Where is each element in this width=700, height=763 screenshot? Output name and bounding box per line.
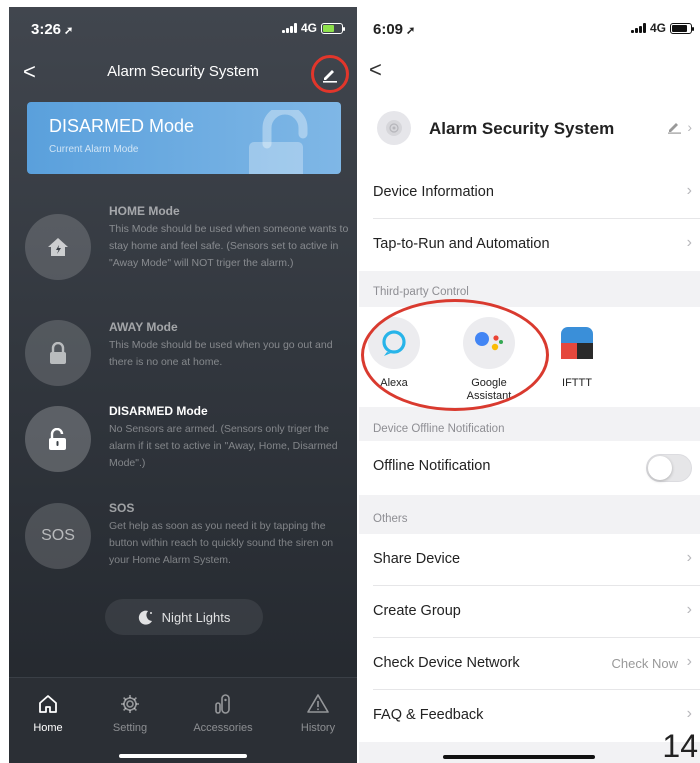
mode-title: AWAY Mode — [109, 320, 178, 334]
away-mode-item[interactable]: AWAY Mode This Mode should be used when … — [25, 320, 349, 400]
device-name: Alarm Security System — [429, 119, 615, 138]
night-lights-button[interactable]: Night Lights — [105, 599, 263, 635]
row-label: Share Device — [373, 551, 461, 567]
location-arrow-icon: ➚ — [64, 25, 74, 37]
mode-description: Get help as soon as you need it by tappi… — [109, 520, 334, 566]
sos-item[interactable]: SOS SOS Get help as soon as you need it … — [25, 501, 349, 591]
tab-home[interactable]: Home — [9, 692, 91, 734]
mode-title: DISARMED Mode — [109, 404, 208, 418]
mode-title: HOME Mode — [109, 204, 180, 218]
device-information-row[interactable]: Device Information › — [359, 167, 700, 219]
page-number: 14 — [662, 728, 698, 763]
ifttt-label: IFTTT — [562, 377, 592, 389]
left-phone-screen: 3:26 ➚ 4G < Alarm Security System DISARME… — [9, 7, 357, 763]
mode-description: This Mode should be used when someone wa… — [109, 223, 349, 269]
row-label: Create Group — [373, 603, 461, 619]
tab-bar: Home Setting Accessories History — [9, 677, 357, 763]
page-title: Alarm Security System — [107, 63, 259, 80]
sos-button[interactable]: SOS — [25, 503, 91, 569]
battery-icon — [321, 22, 345, 34]
create-group-row[interactable]: Create Group › — [359, 586, 700, 638]
tab-label: History — [300, 722, 336, 734]
row-label: Offline Notification — [373, 458, 491, 474]
chevron-right-icon: › — [686, 549, 692, 566]
check-now-link[interactable]: Check Now — [612, 656, 678, 671]
network-label: 4G — [300, 21, 317, 35]
accessories-icon — [215, 694, 230, 714]
chevron-right-icon: › — [686, 182, 692, 199]
home-icon — [39, 695, 57, 713]
back-button[interactable]: < — [369, 57, 382, 83]
current-mode-subtitle: Current Alarm Mode — [49, 144, 139, 155]
home-indicator — [119, 754, 247, 758]
night-lights-label: Night Lights — [161, 609, 231, 625]
tap-to-run-row[interactable]: Tap-to-Run and Automation › — [359, 219, 700, 271]
chevron-right-icon: › — [686, 601, 692, 618]
row-label: Tap-to-Run and Automation — [373, 236, 550, 252]
row-label: Check Device Network — [373, 655, 520, 671]
sos-label: SOS — [41, 527, 75, 544]
disarmed-mode-item[interactable]: DISARMED Mode No Sensors are armed. (Sen… — [25, 404, 349, 494]
nav-bar: < — [359, 51, 700, 97]
moon-icon — [138, 610, 152, 625]
tab-history[interactable]: History — [275, 692, 357, 734]
row-label: Device Information — [373, 184, 494, 200]
section-header-third-party: Third-party Control — [373, 286, 469, 298]
chevron-right-icon: › — [686, 705, 692, 722]
share-device-row[interactable]: Share Device › — [359, 534, 700, 586]
signal-icon — [281, 23, 297, 33]
chevron-right-icon: › — [686, 234, 692, 251]
screenshot-page: 3:26 ➚ 4G < Alarm Security System DISARME… — [0, 0, 700, 763]
edit-button[interactable] — [311, 55, 349, 93]
current-mode-title: DISARMED Mode — [49, 116, 195, 136]
right-phone-screen: 6:09 ➚ 4G < Alarm Security System › Devic… — [359, 7, 700, 763]
section-header-offline: Device Offline Notification — [373, 423, 505, 435]
section-header-others: Others — [373, 513, 408, 525]
tab-accessories[interactable]: Accessories — [180, 692, 266, 734]
unlock-icon — [249, 110, 308, 174]
tab-label: Accessories — [193, 722, 253, 734]
pencil-icon — [668, 123, 682, 134]
location-arrow-icon: ➚ — [406, 25, 416, 37]
status-time: 3:26 — [31, 21, 62, 38]
check-device-network-row[interactable]: Check Device Network Check Now › — [359, 638, 700, 690]
status-bar: 6:09 ➚ 4G — [359, 7, 700, 51]
device-header[interactable]: Alarm Security System › — [359, 97, 700, 167]
status-bar: 3:26 ➚ 4G — [9, 7, 357, 47]
lock-icon — [50, 342, 66, 364]
home-icon — [48, 238, 68, 256]
home-mode-item[interactable]: HOME Mode This Mode should be used when … — [25, 204, 349, 304]
warning-icon — [307, 694, 329, 713]
row-label: FAQ & Feedback — [373, 707, 484, 723]
faq-feedback-row[interactable]: FAQ & Feedback › — [359, 690, 700, 742]
tab-setting[interactable]: Setting — [87, 692, 173, 734]
pencil-icon — [323, 70, 337, 83]
battery-icon — [670, 22, 694, 34]
offline-notification-toggle[interactable] — [646, 454, 692, 482]
mode-title: SOS — [109, 501, 135, 515]
nav-bar: < Alarm Security System — [9, 55, 357, 93]
ifttt-icon — [551, 317, 603, 369]
home-indicator — [443, 755, 595, 759]
ifttt-item[interactable]: IFTTT — [542, 317, 612, 390]
highlight-circle — [361, 299, 549, 411]
chevron-right-icon: › — [687, 119, 692, 135]
status-time: 6:09 — [373, 21, 404, 38]
mode-description: This Mode should be used when you go out… — [109, 339, 333, 368]
unlock-icon — [49, 428, 66, 450]
tab-label: Home — [33, 722, 63, 734]
tab-label: Setting — [112, 722, 148, 734]
gear-icon — [121, 695, 139, 713]
rename-button[interactable]: › — [667, 119, 692, 135]
network-label: 4G — [649, 21, 666, 35]
current-mode-card: DISARMED Mode Current Alarm Mode — [27, 102, 341, 174]
chevron-right-icon: › — [686, 653, 692, 670]
offline-notification-row: Offline Notification — [359, 441, 700, 495]
device-icon — [377, 111, 411, 145]
signal-icon — [630, 23, 646, 33]
mode-description: No Sensors are armed. (Sensors only trig… — [109, 423, 338, 469]
